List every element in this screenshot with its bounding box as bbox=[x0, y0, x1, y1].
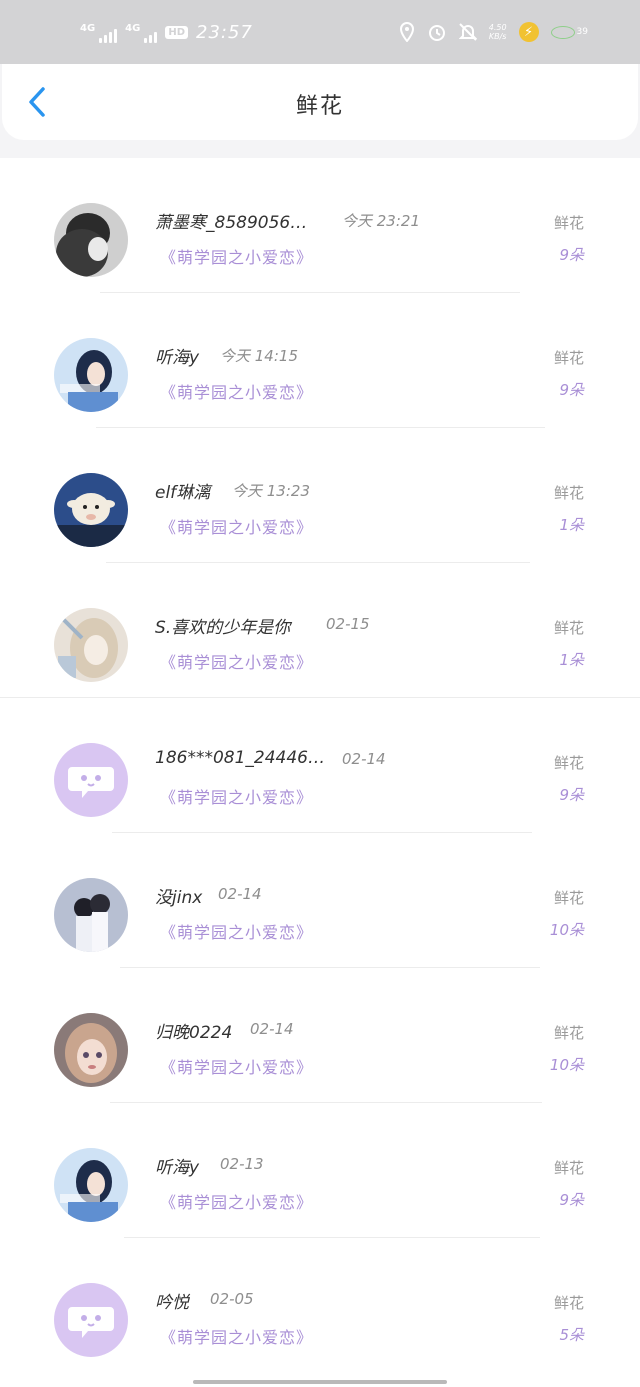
user-name: 吟悦 bbox=[155, 1293, 189, 1313]
send-time: 今天 13:23 bbox=[232, 482, 310, 500]
avatar[interactable] bbox=[54, 1148, 128, 1222]
user-name: 没jinx bbox=[155, 888, 203, 908]
gift-type: 鲜花 bbox=[553, 754, 584, 772]
avatar[interactable] bbox=[54, 743, 128, 817]
user-name: 186***081_24446… bbox=[155, 748, 325, 768]
gift-type: 鲜花 bbox=[553, 214, 584, 232]
home-indicator[interactable] bbox=[193, 1380, 447, 1384]
location-icon bbox=[399, 22, 414, 42]
list-item[interactable]: 归晚0224 02-14 《萌学园之小爱恋》 鲜花 10朵 bbox=[0, 968, 640, 1103]
hd-badge: HD bbox=[165, 26, 189, 39]
book-title[interactable]: 《萌学园之小爱恋》 bbox=[160, 1054, 313, 1078]
user-name: 听海y bbox=[155, 1158, 200, 1178]
status-time: 23:57 bbox=[196, 22, 253, 43]
book-title[interactable]: 《萌学园之小爱恋》 bbox=[160, 244, 313, 268]
signal-icon: 4G bbox=[125, 23, 158, 43]
send-time: 02-14 bbox=[250, 1020, 294, 1038]
book-title[interactable]: 《萌学园之小爱恋》 bbox=[160, 379, 313, 403]
user-name: elf琳漓 bbox=[155, 483, 211, 503]
gift-type: 鲜花 bbox=[553, 1159, 584, 1177]
signal-icon: 4G bbox=[80, 23, 118, 43]
list-item[interactable]: 没jinx 02-14 《萌学园之小爱恋》 鲜花 10朵 bbox=[0, 833, 640, 968]
list-item[interactable]: elf琳漓 今天 13:23 《萌学园之小爱恋》 鲜花 1朵 bbox=[0, 428, 640, 563]
book-title[interactable]: 《萌学园之小爱恋》 bbox=[160, 1324, 313, 1348]
user-name: S.喜欢的少年是你 bbox=[155, 618, 291, 638]
send-time: 今天 14:15 bbox=[220, 347, 298, 365]
list-item[interactable]: 听海y 02-13 《萌学园之小爱恋》 鲜花 9朵 bbox=[0, 1103, 640, 1238]
list-item[interactable]: 听海y 今天 14:15 《萌学园之小爱恋》 鲜花 9朵 bbox=[0, 293, 640, 428]
page-title: 鲜花 bbox=[295, 94, 344, 119]
send-time: 02-05 bbox=[210, 1290, 254, 1308]
book-title[interactable]: 《萌学园之小爱恋》 bbox=[160, 514, 313, 538]
book-title[interactable]: 《萌学园之小爱恋》 bbox=[160, 784, 313, 808]
list-item[interactable]: 吟悦 02-05 《萌学园之小爱恋》 鲜花 5朵 bbox=[0, 1238, 640, 1373]
gift-count: 10朵 bbox=[549, 921, 584, 939]
gift-count: 9朵 bbox=[559, 381, 584, 399]
charging-icon: ⚡ bbox=[518, 22, 539, 42]
gift-type: 鲜花 bbox=[553, 349, 584, 367]
book-title[interactable]: 《萌学园之小爱恋》 bbox=[160, 649, 313, 673]
avatar[interactable] bbox=[54, 203, 128, 277]
gift-type: 鲜花 bbox=[553, 889, 584, 907]
mute-icon bbox=[458, 23, 477, 41]
gift-count: 1朵 bbox=[559, 516, 584, 534]
send-time: 今天 23:21 bbox=[342, 212, 420, 230]
gift-count: 1朵 bbox=[559, 651, 584, 669]
user-name: 归晚0224 bbox=[155, 1023, 233, 1043]
network-speed: 4.50 KB/s bbox=[488, 23, 507, 41]
avatar[interactable] bbox=[54, 473, 128, 547]
alarm-icon bbox=[428, 25, 445, 41]
gift-type: 鲜花 bbox=[553, 484, 584, 502]
flower-record-list: 萧墨寒_8589056… 今天 23:21 《萌学园之小爱恋》 鲜花 9朵 听海y 今天 1… bbox=[0, 158, 640, 1387]
avatar[interactable] bbox=[54, 608, 128, 682]
avatar[interactable] bbox=[54, 1283, 128, 1357]
gift-count: 9朵 bbox=[559, 786, 584, 804]
status-bar: 4G 4G HD 23:57 4.50 KB/s ⚡ 39 bbox=[0, 0, 640, 64]
send-time: 02-15 bbox=[326, 615, 370, 633]
send-time: 02-13 bbox=[220, 1155, 264, 1173]
list-item[interactable]: 186***081_24446… 02-14 《萌学园之小爱恋》 鲜花 9朵 bbox=[0, 698, 640, 833]
gift-count: 9朵 bbox=[559, 246, 584, 264]
list-item[interactable]: 萧墨寒_8589056… 今天 23:21 《萌学园之小爱恋》 鲜花 9朵 bbox=[0, 158, 640, 293]
send-time: 02-14 bbox=[218, 885, 262, 903]
header-bar: 鲜花 bbox=[2, 64, 638, 140]
gift-count: 5朵 bbox=[559, 1326, 584, 1344]
battery-icon: 39 bbox=[550, 25, 588, 39]
book-title[interactable]: 《萌学园之小爱恋》 bbox=[160, 1189, 313, 1213]
user-name: 听海y bbox=[155, 348, 200, 368]
list-item[interactable]: S.喜欢的少年是你 02-15 《萌学园之小爱恋》 鲜花 1朵 bbox=[0, 563, 640, 698]
gift-type: 鲜花 bbox=[553, 1024, 584, 1042]
avatar[interactable] bbox=[54, 1013, 128, 1087]
avatar[interactable] bbox=[54, 338, 128, 412]
gift-type: 鲜花 bbox=[553, 619, 584, 637]
gift-type: 鲜花 bbox=[553, 1294, 584, 1312]
send-time: 02-14 bbox=[342, 750, 386, 768]
avatar[interactable] bbox=[54, 878, 128, 952]
gift-count: 9朵 bbox=[559, 1191, 584, 1209]
user-name: 萧墨寒_8589056… bbox=[155, 213, 308, 233]
gift-count: 10朵 bbox=[549, 1056, 584, 1074]
book-title[interactable]: 《萌学园之小爱恋》 bbox=[160, 919, 313, 943]
